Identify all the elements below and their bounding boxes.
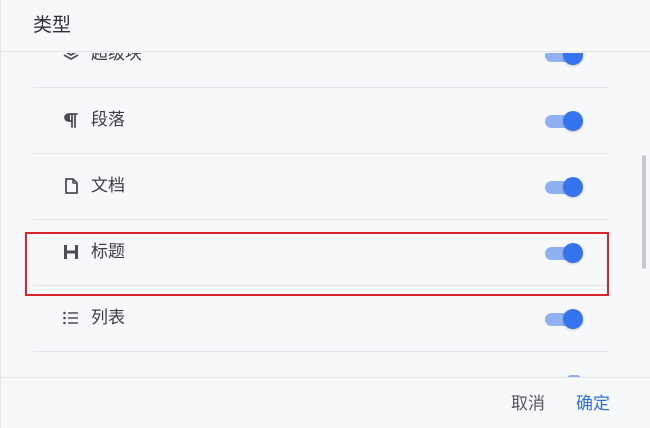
dialog-title: 类型 — [33, 14, 72, 36]
type-list-container[interactable]: 超级块 段落 文档 标题 列表 — [1, 53, 650, 377]
type-item-label: 文档 — [91, 176, 125, 196]
toggle-knob — [563, 309, 583, 329]
type-item-paragraph: 段落 — [33, 88, 609, 154]
type-item-list: 列表 — [33, 286, 609, 352]
superblock-icon — [61, 53, 81, 64]
scrollbar-thumb[interactable] — [642, 155, 646, 269]
toggle-knob — [563, 53, 583, 65]
type-list: 超级块 段落 文档 标题 列表 — [1, 53, 641, 352]
dialog-footer: 取消 确定 — [1, 377, 650, 428]
heading-toggle[interactable] — [545, 243, 583, 263]
paragraph-toggle[interactable] — [545, 111, 583, 131]
list-icon — [61, 308, 81, 328]
toggle-knob — [563, 177, 583, 197]
confirm-button[interactable]: 确定 — [576, 392, 610, 416]
type-item-heading: 标题 — [33, 220, 609, 286]
type-item-label: 标题 — [91, 242, 125, 262]
toggle-knob — [563, 111, 583, 131]
heading-icon — [61, 242, 81, 262]
cancel-button[interactable]: 取消 — [511, 392, 545, 416]
type-item-label: 超级块 — [91, 53, 142, 64]
toggle-knob — [563, 243, 583, 263]
type-item-label: 列表 — [91, 308, 125, 328]
type-item-label: 段落 — [91, 110, 125, 130]
document-icon — [61, 176, 81, 196]
type-item-superblock: 超级块 — [33, 53, 609, 88]
document-toggle[interactable] — [545, 177, 583, 197]
list-toggle[interactable] — [545, 309, 583, 329]
paragraph-icon — [61, 110, 81, 130]
type-item-document: 文档 — [33, 154, 609, 220]
dialog-header: 类型 — [1, 0, 650, 52]
type-filter-dialog: 类型 超级块 段落 文档 标题 列表 取消 确定 — [0, 0, 650, 428]
superblock-toggle[interactable] — [545, 53, 583, 65]
